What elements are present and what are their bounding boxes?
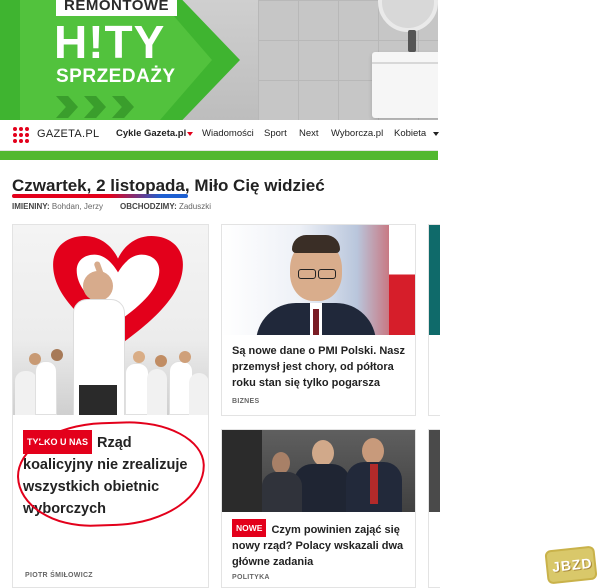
article-card-main[interactable]: TYLKO U NAS Rząd koalicyjny nie zrealizuj… <box>12 224 209 588</box>
name-day-info: IMIENINY: Bohdan, Jerzy <box>12 202 103 211</box>
imieniny-label: IMIENINY: <box>12 202 50 211</box>
article-category[interactable]: BIZNES <box>232 398 259 405</box>
chevron-down-icon[interactable] <box>187 132 193 136</box>
article-card-cutoff[interactable] <box>428 224 440 416</box>
obchodzimy-label: OBCHODZIMY: <box>120 202 177 211</box>
watermark-logo: JBZD <box>544 545 598 585</box>
article-author[interactable]: PIOTR ŚMIŁOWICZ <box>25 572 93 579</box>
handdrawn-underline <box>12 194 188 198</box>
banner-subline: SPRZEDAŻY <box>56 66 176 87</box>
nav-item-wiadomosci[interactable]: Wiadomości <box>202 128 254 139</box>
ad-banner[interactable]: REMONTOWE H!TY SPRZEDAŻY <box>0 0 438 120</box>
nav-item-kobieta[interactable]: Kobieta <box>394 128 426 139</box>
article-card-cutoff[interactable] <box>428 429 440 588</box>
article-title[interactable]: NOWE Czym powinien zająć się nowy rząd? P… <box>232 519 410 570</box>
nav-item-wyborcza[interactable]: Wyborcza.pl <box>331 128 383 139</box>
article-photo <box>13 225 208 415</box>
holiday-info: OBCHODZIMY: Zaduszki <box>120 202 211 211</box>
banner-headline: H!TY <box>54 16 166 68</box>
logo-text[interactable]: GAZETA.PL <box>37 128 99 140</box>
new-badge: NOWE <box>232 519 267 537</box>
imieniny-value: Bohdan, Jerzy <box>51 202 104 211</box>
main-navbar: GAZETA.PL Cykle Gazeta.pl Wiadomości Spo… <box>0 120 439 151</box>
article-title[interactable]: Są nowe dane o PMI Polski. Nasz przemysł… <box>232 343 410 391</box>
watermark-text: JBZD <box>551 554 594 575</box>
nav-item-sport[interactable]: Sport <box>264 128 287 139</box>
date-greeting: Czwartek, 2 listopada, Miło Cię widzieć <box>12 176 325 195</box>
article-photo <box>222 430 415 512</box>
obchodzimy-value: Zaduszki <box>178 202 211 211</box>
nav-item-cykle[interactable]: Cykle Gazeta.pl <box>116 128 186 139</box>
nav-item-next[interactable]: Next <box>299 128 319 139</box>
chevron-down-icon[interactable] <box>433 132 439 136</box>
gazeta-logo-icon[interactable] <box>13 127 35 143</box>
green-accent-strip <box>0 151 438 160</box>
article-photo <box>222 225 415 335</box>
article-card-rzad[interactable]: NOWE Czym powinien zająć się nowy rząd? P… <box>221 429 416 588</box>
banner-label: REMONTOWE <box>56 0 178 16</box>
article-category[interactable]: POLITYKA <box>232 574 270 581</box>
article-card-pmi[interactable]: Są nowe dane o PMI Polski. Nasz przemysł… <box>221 224 416 416</box>
